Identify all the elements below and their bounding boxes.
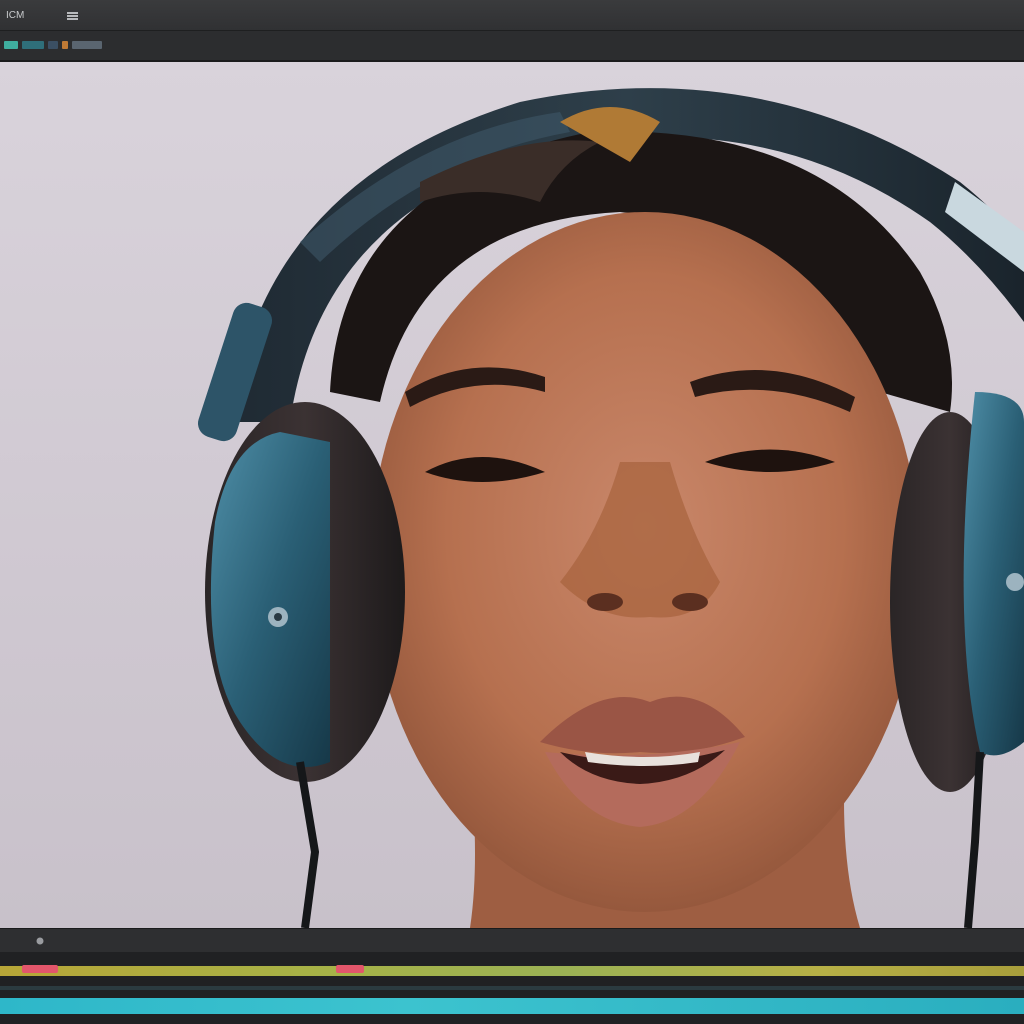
track-divider: [0, 986, 1024, 990]
tool-swatch-1-icon[interactable]: [4, 41, 18, 49]
menu-icon[interactable]: [67, 12, 78, 20]
tool-swatch-4-icon[interactable]: [62, 41, 68, 49]
tool-swatch-2-icon[interactable]: [22, 41, 44, 49]
clip-marker[interactable]: [22, 965, 58, 973]
tool-strip: [0, 39, 112, 51]
timeline-header: [0, 928, 1024, 953]
video-editor-window: ICM: [0, 0, 1024, 1024]
playhead-icon[interactable]: [36, 937, 44, 945]
title-bar: ICM: [0, 0, 1024, 31]
headphone-cup-left: [210, 432, 330, 767]
timeline-tracks[interactable]: [0, 952, 1024, 1024]
audio-track[interactable]: [0, 966, 1024, 976]
video-track[interactable]: [0, 998, 1024, 1014]
clip-marker[interactable]: [336, 965, 364, 973]
tool-swatch-3-icon[interactable]: [48, 41, 58, 49]
preview-viewport[interactable]: [0, 62, 1024, 928]
tool-swatch-5-icon[interactable]: [72, 41, 102, 49]
preview-frame: [197, 88, 1024, 928]
window-title: ICM: [6, 10, 25, 21]
toolbar: [0, 31, 1024, 62]
